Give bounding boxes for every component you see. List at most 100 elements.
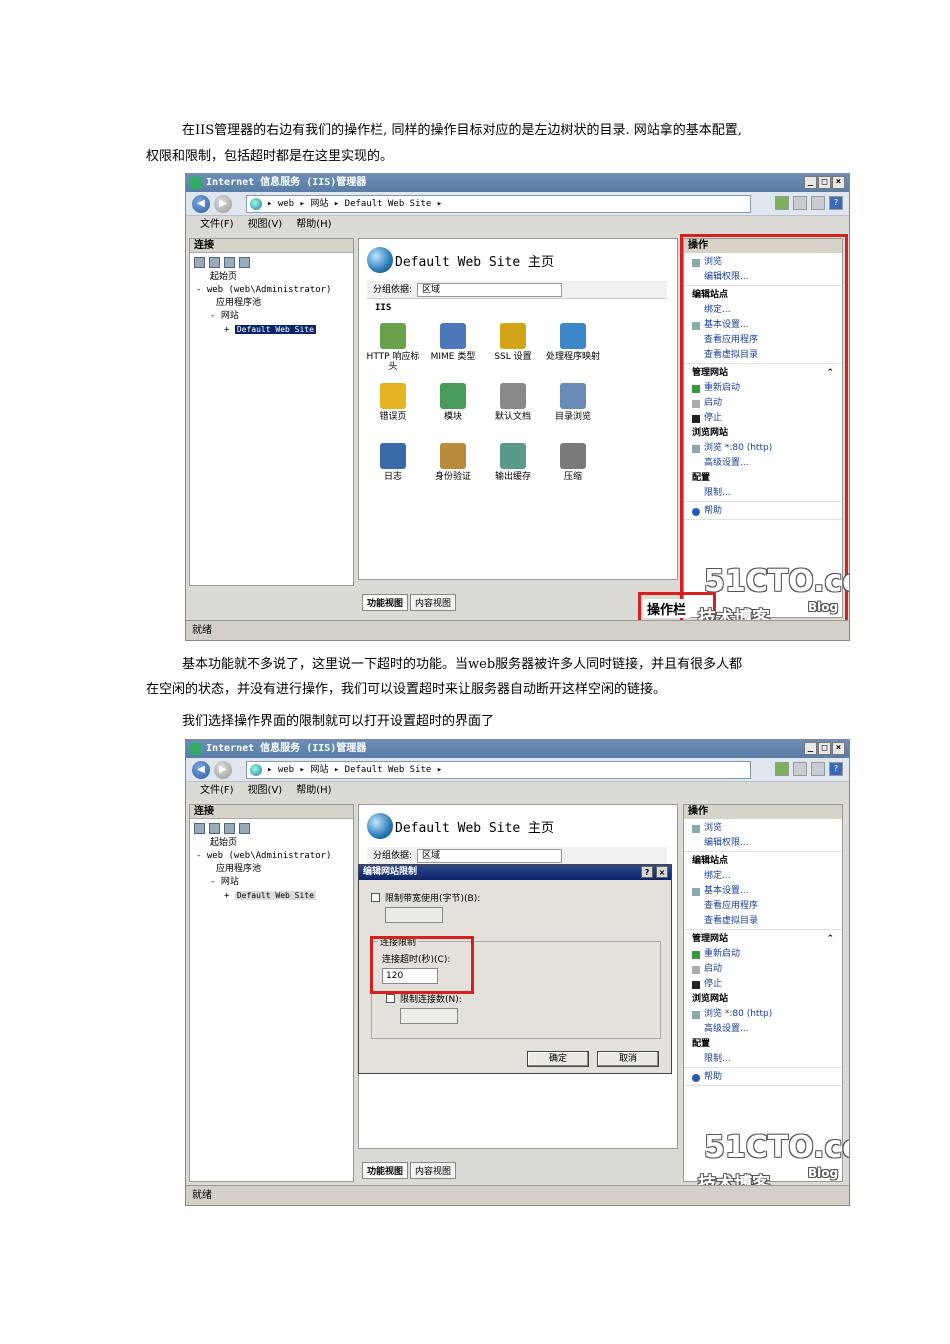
up-icon[interactable] <box>224 822 235 834</box>
disconnect-icon[interactable] <box>239 256 250 268</box>
action-view-apps[interactable]: 查看应用程序 <box>692 899 842 914</box>
expander-icon[interactable]: - <box>210 311 215 321</box>
tree-item-default-site[interactable]: + Default Web Site <box>196 889 353 902</box>
refresh-icon[interactable] <box>775 762 789 776</box>
help-icon[interactable]: ? <box>829 762 843 776</box>
menu-view[interactable]: 视图(V) <box>248 782 283 800</box>
cancel-button[interactable]: 取消 <box>597 1051 659 1067</box>
expander-icon[interactable]: - <box>196 285 201 295</box>
menu-file[interactable]: 文件(F) <box>200 216 234 234</box>
action-view-vdirs[interactable]: 查看虚拟目录 <box>692 914 842 929</box>
collapse-icon[interactable]: ⌃ <box>826 932 834 947</box>
address-segment-sites[interactable]: 网站 <box>310 199 328 209</box>
address-field[interactable]: ▸ web ▸ 网站 ▸ Default Web Site ▸ <box>246 761 751 779</box>
action-bindings[interactable]: 绑定... <box>692 869 842 884</box>
feature-logging[interactable]: 日志 <box>365 443 421 482</box>
home-icon[interactable] <box>811 196 825 210</box>
close-button[interactable]: × <box>832 176 845 189</box>
group-by-combo[interactable]: 区域 <box>417 283 562 297</box>
action-basic-settings[interactable]: 基本设置... <box>692 884 842 899</box>
feature-label: 模块 <box>443 412 462 422</box>
minimize-button[interactable]: _ <box>804 742 817 755</box>
forward-button[interactable]: ▶ <box>214 761 232 779</box>
help-icon[interactable]: ? <box>829 196 843 210</box>
expander-icon[interactable]: + <box>224 325 229 335</box>
menu-help[interactable]: 帮助(H) <box>296 782 331 800</box>
action-limits[interactable]: 限制... <box>692 1052 842 1067</box>
action-stop[interactable]: 停止 <box>692 977 842 992</box>
limit-connections-checkbox[interactable] <box>386 994 395 1003</box>
save-icon[interactable] <box>209 256 220 268</box>
save-icon[interactable] <box>209 822 220 834</box>
tab-content-view[interactable]: 内容视图 <box>410 1162 457 1179</box>
tree-item-default-site[interactable]: + Default Web Site <box>196 323 353 336</box>
stop-icon[interactable] <box>793 762 807 776</box>
home-icon[interactable] <box>811 762 825 776</box>
dialog-close-button[interactable]: × <box>656 866 668 878</box>
close-button[interactable]: × <box>832 742 845 755</box>
back-button[interactable]: ◀ <box>192 761 210 779</box>
connect-icon[interactable] <box>194 822 205 834</box>
paragraph-intro: 在IIS管理器的右边有我们的操作栏, 同样的操作目标对应的是左边树状的目录. 网… <box>146 118 816 144</box>
action-browse[interactable]: 浏览 <box>692 821 842 836</box>
forward-button[interactable]: ▶ <box>214 195 232 213</box>
action-browse-80[interactable]: 浏览 *:80 (http) <box>692 1007 842 1022</box>
tab-features-view[interactable]: 功能视图 <box>362 594 409 611</box>
feature-handler-mappings[interactable]: 处理程序映射 <box>545 323 601 362</box>
group-by-combo[interactable]: 区域 <box>417 849 562 863</box>
expander-icon[interactable]: + <box>224 891 229 901</box>
minimize-button[interactable]: _ <box>804 176 817 189</box>
connections-input[interactable] <box>400 1008 458 1024</box>
feature-directory-browsing[interactable]: 目录浏览 <box>545 383 601 422</box>
feature-mime-types[interactable]: MIME 类型 <box>425 323 481 362</box>
address-segment-site[interactable]: Default Web Site <box>345 765 432 775</box>
tree-item-start-page[interactable]: 起始页 <box>196 271 353 284</box>
feature-http-headers[interactable]: HTTP 响应标头 <box>365 323 421 372</box>
feature-default-document[interactable]: 默认文档 <box>485 383 541 422</box>
expander-icon[interactable]: - <box>196 851 201 861</box>
tree-item-server[interactable]: - web (web\Administrator) <box>196 850 353 863</box>
limit-bandwidth-checkbox[interactable] <box>371 893 380 902</box>
back-button[interactable]: ◀ <box>192 195 210 213</box>
connect-icon[interactable] <box>194 256 205 268</box>
menu-help[interactable]: 帮助(H) <box>296 216 331 234</box>
feature-label: 输出缓存 <box>494 472 531 482</box>
maximize-button[interactable]: □ <box>818 176 831 189</box>
action-advanced[interactable]: 高级设置... <box>692 1022 842 1037</box>
bandwidth-input[interactable] <box>385 907 443 923</box>
maximize-button[interactable]: □ <box>818 742 831 755</box>
menu-file[interactable]: 文件(F) <box>200 782 234 800</box>
address-segment-sites[interactable]: 网站 <box>310 765 328 775</box>
tree-item-server[interactable]: - web (web\Administrator) <box>196 284 353 297</box>
tab-features-view[interactable]: 功能视图 <box>362 1162 409 1179</box>
stop-icon[interactable] <box>793 196 807 210</box>
menu-view[interactable]: 视图(V) <box>248 216 283 234</box>
group-by-value: 区域 <box>422 851 441 861</box>
tree-item-app-pools[interactable]: 应用程序池 <box>196 863 353 876</box>
feature-lock[interactable]: SSL 设置 <box>485 323 541 362</box>
expander-icon[interactable]: - <box>210 877 215 887</box>
tree-item-app-pools[interactable]: 应用程序池 <box>196 297 353 310</box>
feature-compression[interactable]: 压缩 <box>545 443 601 482</box>
address-segment-server[interactable]: web <box>278 199 294 209</box>
tree-item-start-page[interactable]: 起始页 <box>196 837 353 850</box>
refresh-icon[interactable] <box>775 196 789 210</box>
feature-error-pages[interactable]: 错误页 <box>365 383 421 422</box>
feature-authentication[interactable]: 身份验证 <box>425 443 481 482</box>
action-help[interactable]: 帮助 <box>692 1070 842 1085</box>
address-segment-server[interactable]: web <box>278 765 294 775</box>
tree-item-sites[interactable]: - 网站 <box>196 876 353 889</box>
dialog-help-button[interactable]: ? <box>641 866 653 878</box>
action-start[interactable]: 启动 <box>692 962 842 977</box>
up-icon[interactable] <box>224 256 235 268</box>
tab-content-view[interactable]: 内容视图 <box>410 594 457 611</box>
tree-item-sites[interactable]: - 网站 <box>196 310 353 323</box>
action-restart[interactable]: 重新启动 <box>692 947 842 962</box>
disconnect-icon[interactable] <box>239 822 250 834</box>
action-edit-permissions[interactable]: 编辑权限... <box>692 836 842 851</box>
address-field[interactable]: ▸ web ▸ 网站 ▸ Default Web Site ▸ <box>246 195 751 213</box>
ok-button[interactable]: 确定 <box>527 1051 589 1067</box>
feature-modules[interactable]: 模块 <box>425 383 481 422</box>
feature-output-caching[interactable]: 输出缓存 <box>485 443 541 482</box>
address-segment-site[interactable]: Default Web Site <box>345 199 432 209</box>
